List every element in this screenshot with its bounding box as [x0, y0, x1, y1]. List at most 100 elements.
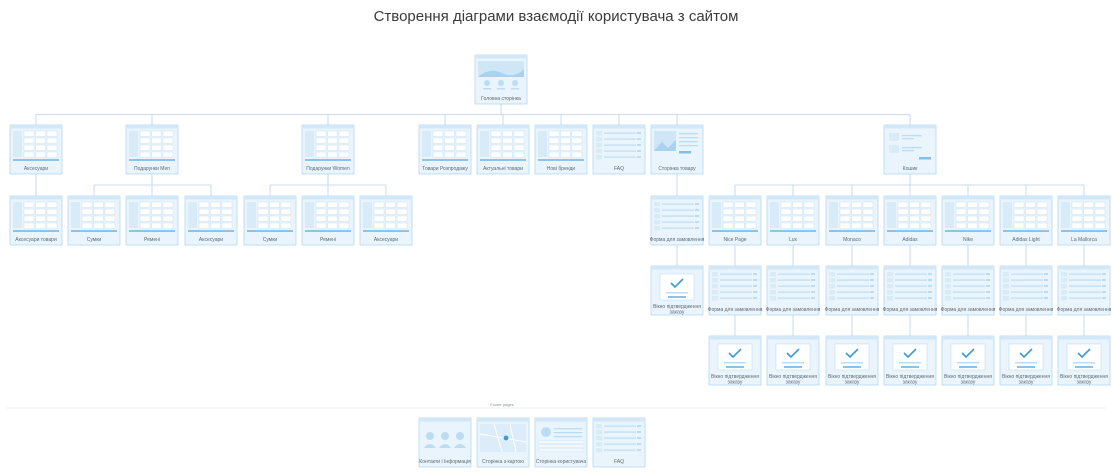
page-card-foot_about: Контакти і Інформація	[418, 417, 472, 468]
card-header-strip	[477, 418, 529, 422]
card-header-strip	[302, 125, 354, 129]
card-header-strip	[1000, 266, 1052, 270]
page-card-c6: Вікно підтвердження заказу	[999, 335, 1053, 386]
card-label: Контакти і Інформація	[419, 459, 471, 465]
card-label: Monaco	[843, 237, 861, 243]
page-card-b4: Adidas	[883, 195, 937, 246]
page-card-b3: Monaco	[825, 195, 879, 246]
page-card-b7: La Mallorca	[1057, 195, 1111, 246]
card-label: FAQ	[614, 166, 624, 172]
card-header-strip	[884, 196, 936, 200]
card-header-strip	[477, 125, 529, 129]
card-label: FAQ	[614, 459, 624, 465]
card-label: La Mallorca	[1071, 237, 1097, 243]
card-header-strip	[884, 336, 936, 340]
card-label: Форма для замовлення	[650, 237, 705, 243]
card-label: Товари Розпродажу	[422, 166, 468, 172]
page-card-sale: Товари Розпродажу	[418, 124, 472, 175]
card-label: Кошик	[903, 166, 918, 172]
card-label: Ремені	[144, 237, 160, 243]
card-header-strip	[709, 196, 761, 200]
card-header-strip	[1058, 196, 1110, 200]
page-card-c3: Вікно підтвердження заказу	[825, 335, 879, 386]
card-header-strip	[360, 196, 412, 200]
page-card-b5: Nike	[941, 195, 995, 246]
card-label: Аксесуари товари	[15, 237, 57, 243]
card-label: Nice Page	[723, 237, 746, 243]
card-header-strip	[302, 196, 354, 200]
page-card-b1: Nice Page	[708, 195, 762, 246]
card-label: Форма для замовлення	[1057, 307, 1112, 313]
page-card-c5: Вікно підтвердження заказу	[941, 335, 995, 386]
card-header-strip	[244, 196, 296, 200]
card-label: Сумки	[263, 237, 278, 243]
card-header-strip	[767, 266, 819, 270]
card-label: Аксесуари	[374, 237, 398, 243]
page-card-acc_all: Аксесуари товари	[9, 195, 63, 246]
card-header-strip	[535, 125, 587, 129]
page-card-c7: Вікно підтвердження заказу	[1057, 335, 1111, 386]
page-card-order_form: Форма для замовлення	[650, 195, 705, 246]
page-card-f7: Форма для замовлення	[1057, 265, 1112, 316]
card-label: Adidas	[902, 237, 918, 243]
page-card-for_women: Подарунки Women	[301, 124, 355, 175]
card-header-strip	[1000, 196, 1052, 200]
card-header-strip	[709, 266, 761, 270]
card-header-strip	[826, 336, 878, 340]
card-header-strip	[126, 125, 178, 129]
page-card-women_acc: Аксесуари	[359, 195, 413, 246]
card-header-strip	[1058, 266, 1110, 270]
page-card-men_acc: Аксесуари	[184, 195, 238, 246]
card-header-strip	[651, 125, 703, 129]
card-header-strip	[942, 336, 994, 340]
page-card-women_bags: Сумки	[243, 195, 297, 246]
card-header-strip	[942, 196, 994, 200]
card-header-strip	[593, 418, 645, 422]
page-card-f2: Форма для замовлення	[766, 265, 821, 316]
card-label: Lux	[789, 237, 798, 243]
card-label: Форма для замовлення	[766, 307, 821, 313]
card-header-strip	[942, 266, 994, 270]
page-card-b6: Adidas Light	[999, 195, 1053, 246]
page-card-product_page: Сторінка товару	[650, 124, 704, 175]
card-label: Подарунки Women	[306, 166, 350, 172]
card-header-strip	[419, 418, 471, 422]
page-card-c4: Вікно підтвердження заказу	[883, 335, 937, 386]
card-header-strip	[884, 266, 936, 270]
card-header-strip	[884, 125, 936, 129]
card-label: Форма для замовлення	[941, 307, 996, 313]
card-label: Аксесуари	[199, 237, 223, 243]
card-header-strip	[593, 125, 645, 129]
page-card-foot_map: Сторінка з картою	[476, 417, 530, 468]
card-label: Нові бренди	[547, 166, 576, 172]
page-card-home: Головна сторінка	[474, 54, 528, 105]
card-header-strip	[185, 196, 237, 200]
card-header-strip	[535, 418, 587, 422]
card-header-strip	[651, 196, 703, 200]
page-card-foot_faq: FAQ	[592, 417, 646, 468]
page-card-brands: Нові бренди	[534, 124, 588, 175]
card-label: Сторінка з картою	[482, 459, 524, 465]
card-label: Головна сторінка	[481, 96, 521, 102]
card-header-strip	[1058, 336, 1110, 340]
page-card-order_ok: Вікно підтвердження заказу	[650, 265, 704, 316]
card-header-strip	[10, 125, 62, 129]
card-label: Аксесуари	[24, 166, 48, 172]
page-card-new: Актуальні товари	[476, 124, 530, 175]
page-card-f3: Форма для замовлення	[825, 265, 880, 316]
card-label: Сумки	[87, 237, 102, 243]
page-card-b2: Lux	[766, 195, 820, 246]
page-card-women_belts: Ремені	[301, 195, 355, 246]
footer-separator-label: Footer pages	[490, 402, 514, 407]
card-label: Форма для замовлення	[999, 307, 1054, 313]
card-label: Сторінка користувача	[536, 459, 587, 465]
card-header-strip	[767, 196, 819, 200]
page-card-f5: Форма для замовлення	[941, 265, 996, 316]
card-header-strip	[709, 336, 761, 340]
card-header-strip	[68, 196, 120, 200]
card-header-strip	[10, 196, 62, 200]
card-header-strip	[826, 196, 878, 200]
card-header-strip	[651, 266, 703, 270]
card-label: Сторінка товару	[658, 166, 696, 172]
page-card-men_bags: Сумки	[67, 195, 121, 246]
